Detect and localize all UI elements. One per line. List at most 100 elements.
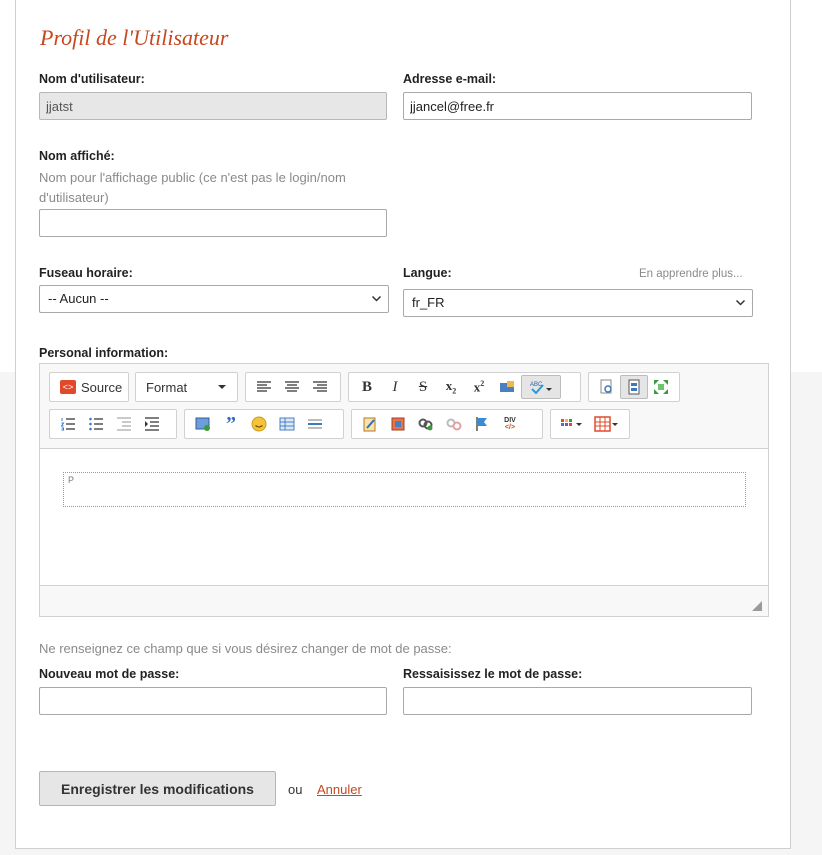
color-grid-button[interactable] xyxy=(555,412,589,436)
source-icon: <> xyxy=(60,380,76,394)
rich-text-editor: <> Source Format B I S x2 x2 ABC ” DIV <… xyxy=(39,363,769,617)
link-icon xyxy=(418,418,433,431)
create-div-button[interactable] xyxy=(189,412,217,436)
numbered-list-icon xyxy=(61,418,75,431)
smiley-button[interactable] xyxy=(245,412,273,436)
spellcheck-button[interactable]: ABC xyxy=(521,375,561,399)
table-grid-icon xyxy=(594,416,618,432)
cancel-link[interactable]: Annuler xyxy=(317,782,362,797)
anchor-button[interactable] xyxy=(468,412,496,436)
timezone-selected-value: -- Aucun -- xyxy=(48,291,109,306)
template-button[interactable] xyxy=(356,412,384,436)
outdent-icon xyxy=(117,417,131,431)
unlink-icon xyxy=(446,418,462,431)
language-selected-value: fr_FR xyxy=(412,295,445,310)
maximize-button[interactable] xyxy=(648,375,675,399)
blockquote-button[interactable]: ” xyxy=(217,412,245,436)
preview-button[interactable] xyxy=(593,375,620,399)
format-dropdown[interactable]: Format xyxy=(140,380,232,395)
toolbar-group-align xyxy=(245,372,341,402)
format-dropdown-label: Format xyxy=(146,379,188,395)
learn-more-link[interactable]: En apprendre plus... xyxy=(639,268,743,280)
horizontal-rule-icon xyxy=(308,419,322,429)
toolbar-group-view xyxy=(588,372,680,402)
profile-panel: Profil de l'Utilisateur Nom d'utilisateu… xyxy=(15,0,791,849)
align-left-button[interactable] xyxy=(250,375,278,399)
timezone-label: Fuseau horaire: xyxy=(39,266,133,280)
align-right-icon xyxy=(313,381,327,392)
superscript-button[interactable]: x2 xyxy=(465,375,493,399)
confirm-password-field[interactable] xyxy=(403,687,752,715)
resize-grip-icon[interactable] xyxy=(752,601,762,611)
template-icon xyxy=(363,417,376,432)
outdent-button[interactable] xyxy=(110,412,138,436)
numbered-list-button[interactable] xyxy=(54,412,82,436)
align-center-button[interactable] xyxy=(278,375,306,399)
editor-content-area[interactable]: P xyxy=(40,450,768,584)
div-container-icon: DIV </> xyxy=(504,417,516,431)
image-button[interactable] xyxy=(384,412,412,436)
new-password-field[interactable] xyxy=(39,687,387,715)
table-icon xyxy=(279,417,295,431)
paragraph-block[interactable]: P xyxy=(63,472,746,507)
strikethrough-icon: S xyxy=(418,378,428,395)
chevron-down-icon xyxy=(735,290,746,316)
confirm-password-label: Ressaisissez le mot de passe: xyxy=(403,667,583,681)
superscript-icon: x2 xyxy=(473,378,485,395)
toolbar-group-insert: ” xyxy=(184,409,344,439)
email-field[interactable] xyxy=(403,92,752,120)
bulleted-list-icon xyxy=(89,417,103,431)
smiley-icon xyxy=(251,416,267,432)
toolbar-group-text-style: B I S x2 x2 ABC xyxy=(348,372,581,402)
align-left-icon xyxy=(257,381,271,392)
bold-button[interactable]: B xyxy=(353,375,381,399)
spellcheck-icon: ABC xyxy=(530,382,552,394)
source-button-label: Source xyxy=(81,379,123,395)
display-name-label: Nom affiché: xyxy=(39,149,115,163)
italic-button[interactable]: I xyxy=(381,375,409,399)
display-name-field[interactable] xyxy=(39,209,387,237)
show-blocks-icon xyxy=(628,379,640,395)
new-password-label: Nouveau mot de passe: xyxy=(39,667,180,681)
align-center-icon xyxy=(285,381,299,392)
unlink-button[interactable] xyxy=(440,412,468,436)
create-div-icon xyxy=(195,417,210,431)
subscript-icon: x2 xyxy=(445,378,457,396)
preview-icon xyxy=(600,379,612,394)
subscript-button[interactable]: x2 xyxy=(437,375,465,399)
timezone-select[interactable]: -- Aucun -- xyxy=(39,285,389,313)
editor-status-bar xyxy=(40,585,768,616)
toolbar-group-layout xyxy=(550,409,630,439)
maximize-icon xyxy=(654,380,669,394)
username-field xyxy=(39,92,387,120)
personal-info-label: Personal information: xyxy=(39,346,169,360)
toolbar-group-source: <> Source xyxy=(49,372,129,402)
bold-icon: B xyxy=(361,378,372,395)
table-grid-button[interactable] xyxy=(589,412,623,436)
source-button[interactable]: <> Source xyxy=(54,380,128,395)
indent-button[interactable] xyxy=(138,412,166,436)
link-button[interactable] xyxy=(412,412,440,436)
chevron-down-icon xyxy=(371,286,382,312)
remove-format-icon xyxy=(500,381,514,392)
language-label: Langue: xyxy=(403,266,452,280)
blockquote-icon: ” xyxy=(226,412,236,435)
div-container-button[interactable]: DIV </> xyxy=(496,412,524,436)
toolbar-group-lists xyxy=(49,409,177,439)
image-icon xyxy=(391,417,405,431)
align-right-button[interactable] xyxy=(306,375,334,399)
toolbar-group-format: Format xyxy=(135,372,238,402)
horizontal-rule-button[interactable] xyxy=(301,412,329,436)
bulleted-list-button[interactable] xyxy=(82,412,110,436)
italic-icon: I xyxy=(392,378,398,395)
page-title: Profil de l'Utilisateur xyxy=(40,25,229,50)
remove-format-button[interactable] xyxy=(493,375,521,399)
show-blocks-button[interactable] xyxy=(620,375,648,399)
display-name-hint: Nom pour l'affichage public (ce n'est pa… xyxy=(39,170,346,205)
table-button[interactable] xyxy=(273,412,301,436)
language-select[interactable]: fr_FR xyxy=(403,289,753,317)
color-grid-icon xyxy=(561,419,582,426)
strikethrough-button[interactable]: S xyxy=(409,375,437,399)
save-button[interactable]: Enregistrer les modifications xyxy=(39,771,276,806)
anchor-flag-icon xyxy=(476,417,487,431)
